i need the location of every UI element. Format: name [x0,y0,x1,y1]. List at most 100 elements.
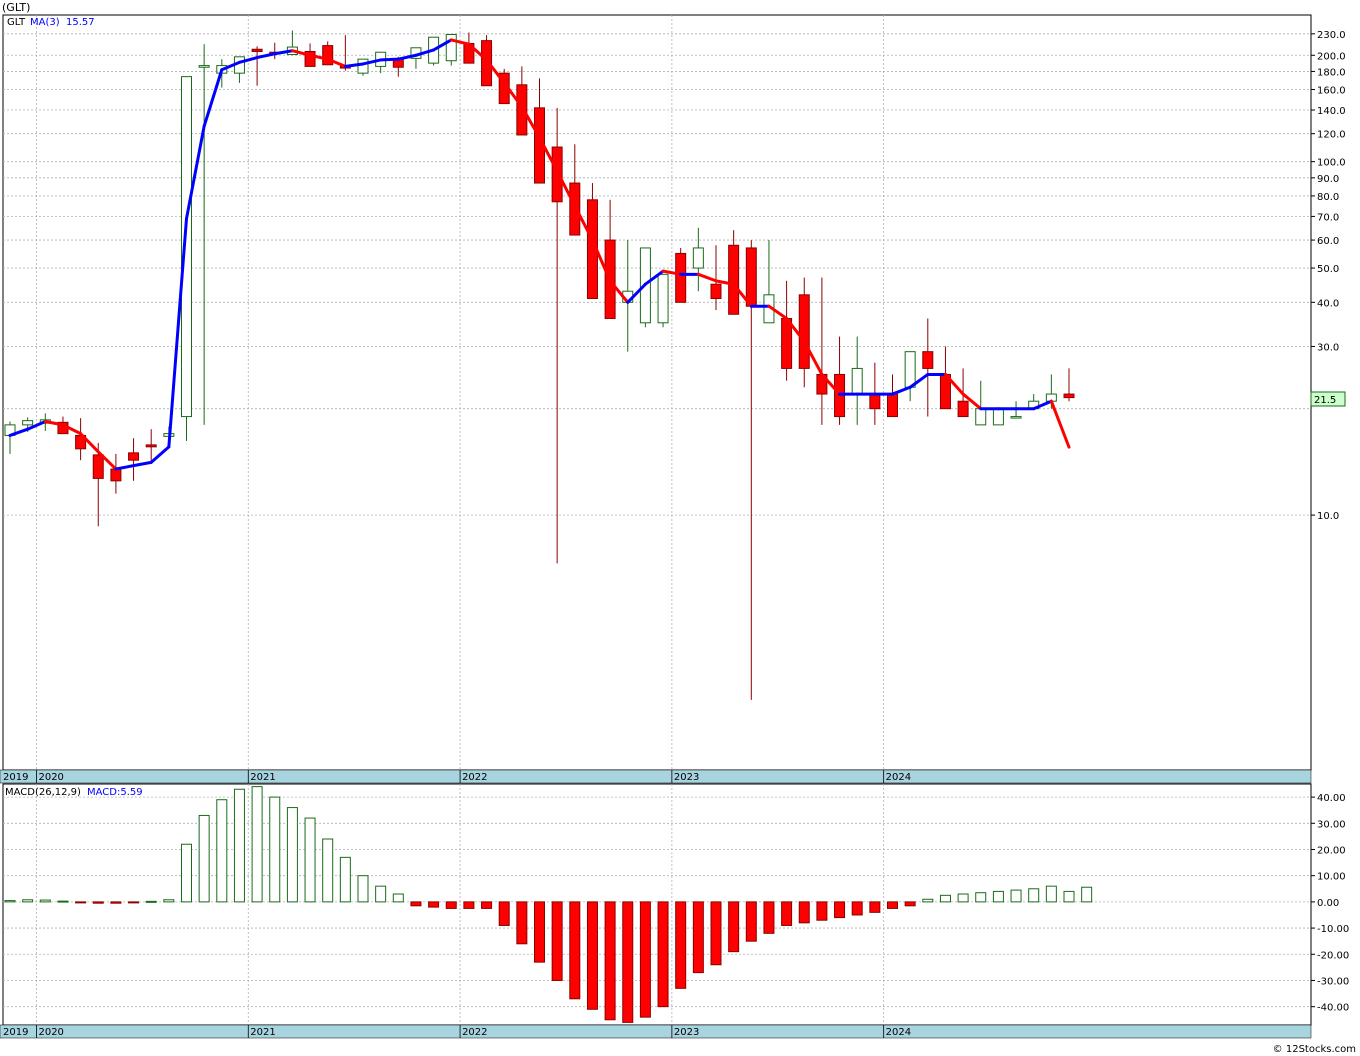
macd-bar-2023-03 [710,901,722,966]
candle-body [692,247,704,269]
price-tick-label: 30.0 [1317,342,1339,353]
macd-bar-2020-05 [110,901,122,904]
macd-bar-2021-01 [251,786,263,903]
macd-tick-label: -40.00 [1317,1003,1349,1014]
price-tick-label: 50.0 [1317,264,1339,275]
macd-tick-label: 10.00 [1317,872,1346,883]
macd-bar-2021-10 [410,901,422,907]
macd-bar-2023-06 [763,901,775,934]
time-axis-band-top [0,769,1312,784]
candle-body [675,252,687,303]
macd-bar-2020-01 [39,899,51,903]
year-label-2020: 2020 [38,772,63,783]
price-tick-label: 40.0 [1317,298,1339,309]
candle-body [22,420,34,426]
candle-body [851,367,863,395]
candle-body [957,400,969,418]
year-label-2023: 2023 [674,772,699,783]
macd-bar-2024-02 [904,901,916,907]
macd-bar-2022-01 [463,901,475,909]
macd-bar-2022-03 [498,901,510,926]
macd-bar-2020-06 [128,901,140,904]
price-tick-label: 160.0 [1317,86,1346,97]
macd-bar-2020-09 [181,843,192,903]
macd-bar-2020-02 [57,900,69,903]
candle-body [357,58,369,74]
macd-bar-2020-03 [75,901,87,904]
macd-bar-2024-10 [1045,885,1057,903]
candle-body [922,351,934,369]
ma-value: 15.57 [66,17,95,28]
price-tick-label: 200.0 [1317,51,1346,62]
macd-bar-2024-05 [957,893,969,903]
candle-body [975,408,987,426]
macd-bar-2021-04 [304,817,316,903]
macd-bar-2024-12 [1081,886,1093,903]
price-tick-label: 100.0 [1317,158,1346,169]
macd-tick-label: 20.00 [1317,845,1346,856]
last-price-value: 21.5 [1314,395,1336,406]
price-tick-label: 140.0 [1317,106,1346,117]
macd-bar-2024-03 [922,898,934,903]
candle-body [869,393,881,410]
price-tick-label: 230.0 [1317,30,1346,41]
macd-tick-label: -10.00 [1317,924,1349,935]
price-tick-label: 60.0 [1317,236,1339,247]
macd-tick-label: -30.00 [1317,976,1349,987]
price-tick-label: 90.0 [1317,174,1339,185]
macd-bar-2022-10 [622,901,634,1023]
macd-bar-2023-07 [781,901,793,926]
macd-bar-2024-01 [887,901,898,909]
macd-tick-label: 30.00 [1317,819,1346,830]
macd-bar-2021-03 [286,807,298,903]
macd-bar-2024-06 [975,892,987,903]
macd-bar-2021-09 [392,893,404,903]
macd-bar-2022-04 [516,901,528,945]
macd-bar-2020-07 [145,900,157,903]
macd-bar-2022-07 [569,901,581,1000]
candle-body [657,273,669,324]
macd-bar-2023-10 [834,901,846,919]
macd-bar-2024-07 [992,890,1004,903]
last-price-tag: 21.5 [1310,391,1346,407]
candle-body [251,48,263,52]
macd-label: MACD(26,12,9) [5,787,81,798]
year-label-2020: 2020 [38,1027,63,1038]
macd-bar-2022-02 [481,901,493,909]
year-label-2024: 2024 [886,772,911,783]
year-label-2021: 2021 [250,772,275,783]
candle-body [710,283,722,300]
price-tick-label: 10.0 [1317,511,1339,522]
candle-body [145,444,157,448]
macd-bar-2020-11 [216,799,228,903]
macd-bar-2020-10 [198,814,210,903]
price-tick-label: 80.0 [1317,192,1339,203]
macd-bar-2021-05 [322,838,334,903]
macd-bar-2022-11 [639,901,651,1018]
candle-body [745,247,757,307]
candle-body [1010,416,1022,419]
year-label-2023: 2023 [674,1027,699,1038]
macd-bar-2023-11 [851,901,863,916]
candle-body [781,317,793,369]
candle-body [92,454,104,479]
macd-bar-2020-12 [233,788,245,903]
macd-bar-2023-12 [869,901,881,913]
chart-title: (GLT) [2,1,30,14]
macd-bar-2020-08 [163,899,175,903]
candle-body [445,33,457,62]
macd-bar-2022-12 [657,901,669,1008]
macd-bar-2021-12 [445,901,457,909]
macd-bar-2023-08 [798,901,810,924]
macd-bar-2019-11 [4,900,16,903]
macd-bar-2022-09 [604,901,616,1021]
candle-body [198,65,210,68]
candle-body [128,452,140,461]
candle-2024-07 [992,408,1004,426]
macd-bar-2023-01 [675,901,687,989]
candle-body [728,244,740,315]
macd-bar-2021-08 [375,885,387,903]
price-tick-label: 180.0 [1317,67,1346,78]
year-label-2022: 2022 [462,1027,487,1038]
macd-value-label: MACD:5.59 [87,787,143,798]
